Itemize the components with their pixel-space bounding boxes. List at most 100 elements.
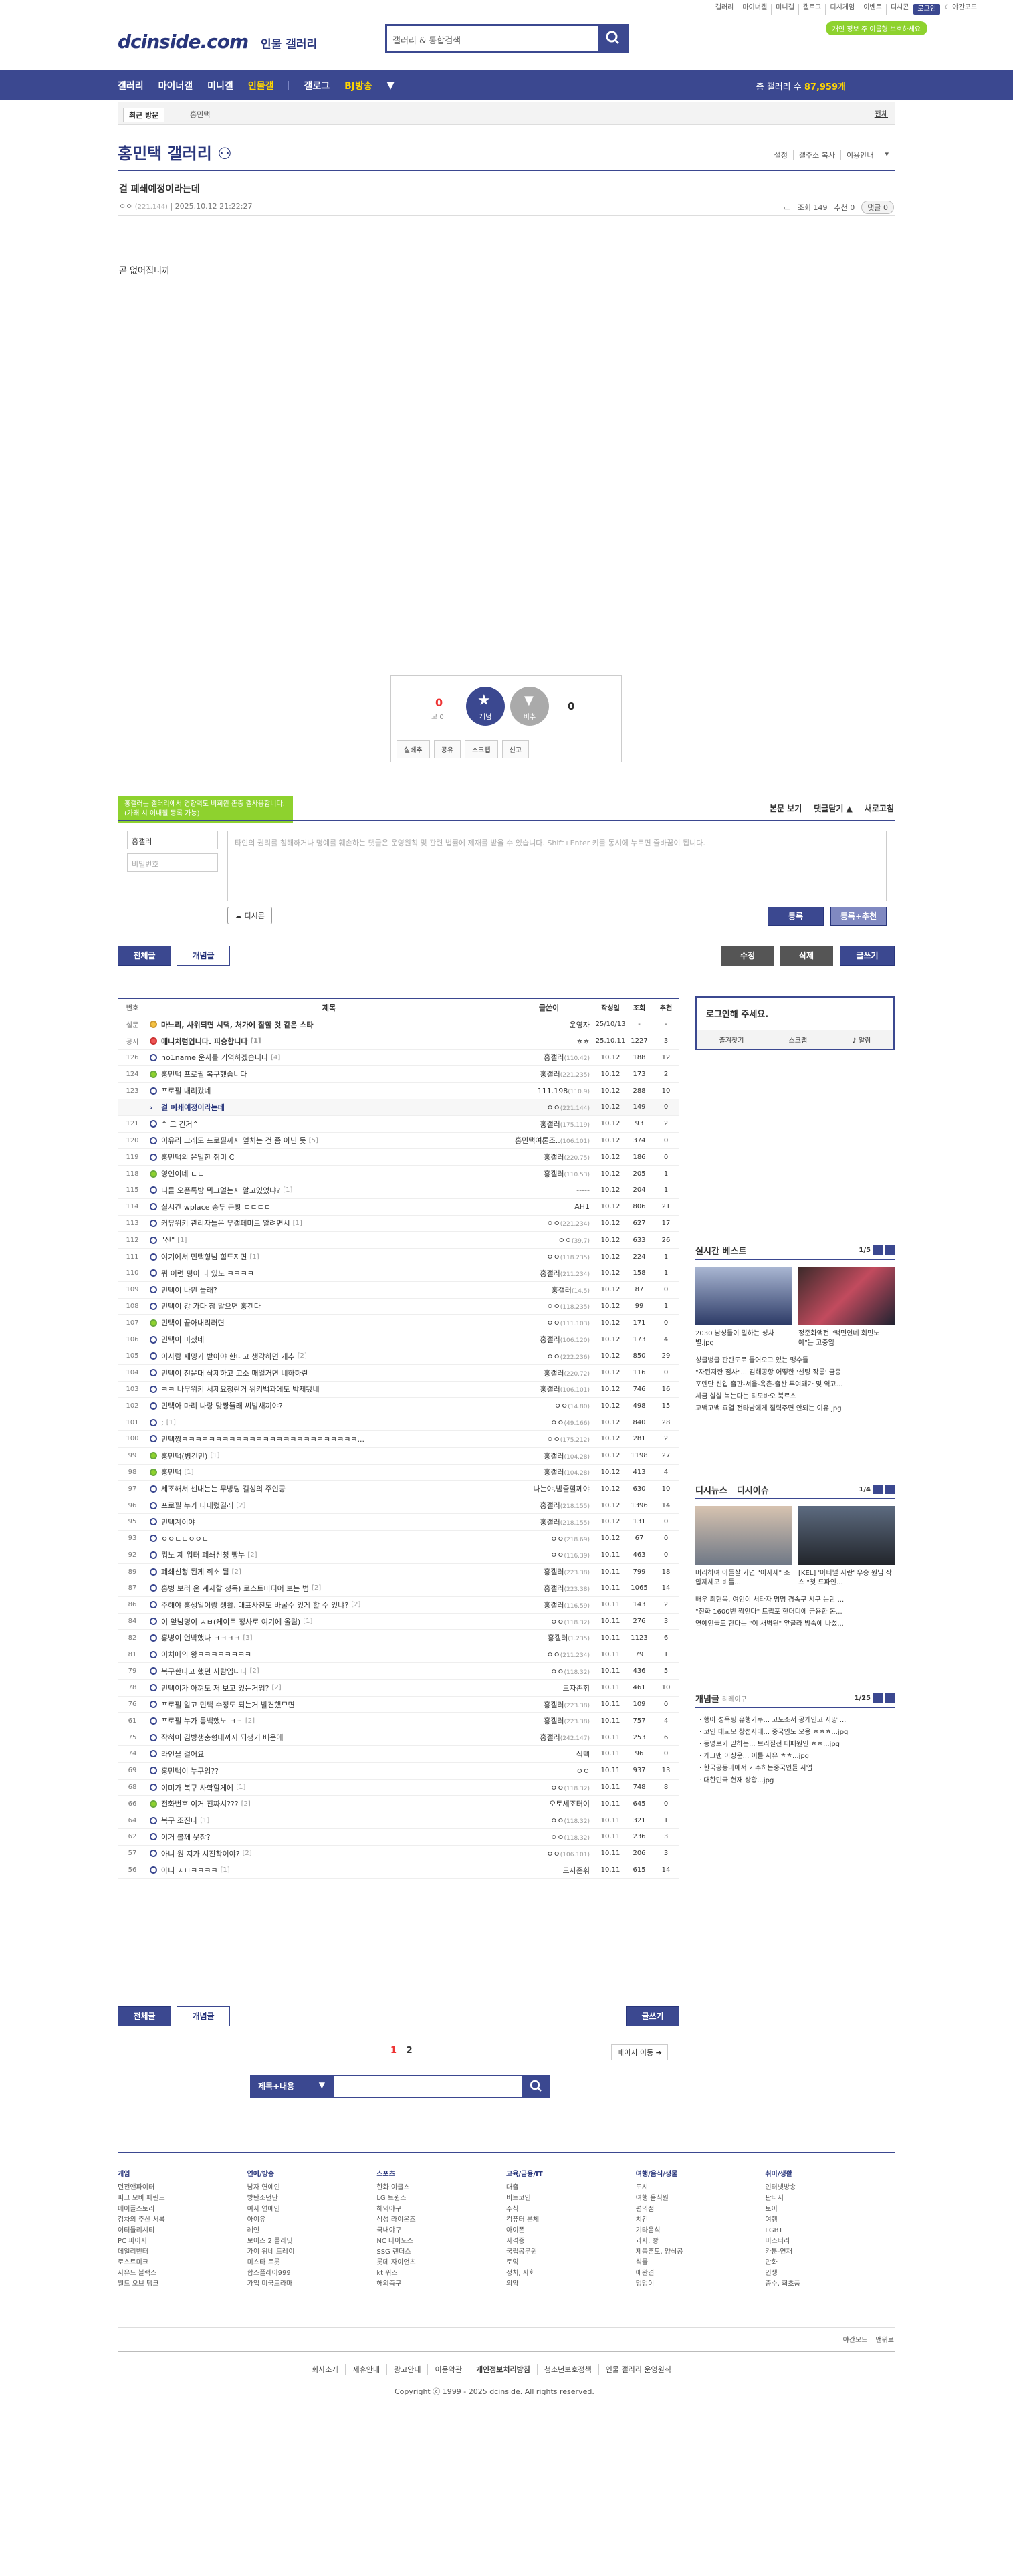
table-row[interactable]: 115 니들 오픈톡방 뭐그얼는지 알고있었냐? [1] ----- 10.12 204 1 [118, 1182, 679, 1199]
to-top-link[interactable]: 맨위로 [875, 2334, 894, 2344]
post-title-link[interactable]: 민택아 마려 나랑 맞짱뜰래 씨발새끼야? [161, 1400, 283, 1411]
post-title-cell[interactable]: 이사람 재밍가 받아야 한다고 생각하면 개추 [2] [147, 1351, 508, 1362]
footer-link[interactable]: 정치, 사회 [506, 2268, 636, 2279]
table-row[interactable]: 공지 애니처럼입니다. 피승합니다 [1] ㅎㅎ 25.10.11 1227 3 [118, 1033, 679, 1050]
post-writer[interactable]: 홍갤러(223.38) [508, 1699, 595, 1710]
post-title-link[interactable]: 민택짱ㅋㅋㅋㅋㅋㅋㅋㅋㅋㅋㅋㅋㅋㅋㅋㅋㅋㅋㅋㅋㅋㅋㅋㅋㅋㅋ... [161, 1434, 364, 1444]
footer-link[interactable]: 미스터리 [765, 2236, 895, 2247]
search-input[interactable]: 갤러리 & 통합검색 [392, 33, 461, 46]
writer-nick[interactable]: ㅇㅇ [547, 1319, 560, 1327]
post-title-link[interactable]: 홍민택 [161, 1467, 181, 1477]
comment-password-field[interactable]: 비밀번호 [127, 853, 218, 872]
post-writer[interactable]: 식택 [508, 1749, 595, 1759]
util-link-gallery[interactable]: 갤러리 [711, 4, 739, 15]
dark-mode-footer[interactable]: 야간모드 [843, 2334, 868, 2344]
footer-company[interactable]: 회사소개 [305, 2364, 345, 2375]
writer-nick[interactable]: ㅇㅇ [550, 1833, 564, 1842]
post-title-link[interactable]: 민택계이야 [161, 1517, 195, 1527]
footer-link[interactable]: 보이즈 2 플래닛 [247, 2236, 377, 2247]
post-title-link[interactable]: 홍병이 언박했나 ㅋㅋㅋㅋ [161, 1632, 240, 1643]
writer-nick[interactable]: ㅇㅇ [547, 1302, 560, 1311]
post-writer[interactable]: 홍갤러(110.53) [508, 1168, 595, 1179]
post-title-cell[interactable]: 프로필 누가 다내렸길래 [2] [147, 1500, 508, 1511]
footer-link[interactable]: 카툰-연재 [765, 2247, 895, 2258]
news-thumb[interactable]: [KEL] '아티널 사란' 우승 원님 작스 "첫 드파인... [798, 1506, 895, 1588]
post-title-cell[interactable]: 민택이 나원 들래? [147, 1285, 508, 1295]
list-item[interactable]: 싱글벙글 판탄도로 들어오고 있는 맹수들 [695, 1355, 895, 1367]
table-row[interactable]: 79 복구한다고 했던 사람입니다 [2] ㅇㅇ(118.32) 10.11 436 5 [118, 1663, 679, 1680]
footer-link[interactable]: 판타지 [765, 2193, 895, 2204]
footer-link[interactable]: 인터넷방송 [765, 2183, 895, 2193]
post-title-cell[interactable]: no1name 운사를 기억하겠습니다 [4] [147, 1052, 508, 1063]
writer-nick[interactable]: ㅇㅇ [547, 1850, 560, 1858]
writer-nick[interactable]: ㅇㅇ [547, 1352, 560, 1361]
reply-count-badge[interactable]: 댓글 0 [861, 201, 894, 214]
post-title-cell[interactable]: 폐쇄신청 된게 취소 됨 [2] [147, 1566, 508, 1577]
list-item[interactable]: · 행아 성욕팅 유행가쿠... 고도소서 공개인고 사망 ... [699, 1715, 895, 1727]
post-title-cell[interactable]: 마느리, 사위되면 시댁, 처가에 잘할 것 같은 스타 [147, 1019, 508, 1030]
alarm-link[interactable]: ♪ 알림 [852, 1035, 871, 1045]
table-row[interactable]: 102 민택아 마려 나랑 맞짱뜰래 씨발새끼야? ㅇㅇ(14.80) 10.12 49… [118, 1398, 679, 1415]
post-title-cell[interactable]: 복구 조진다 [1] [147, 1815, 508, 1826]
footer-link[interactable]: SSG 랜더스 [376, 2247, 506, 2258]
post-title-cell[interactable]: 프로필 누가 통백했노 ㅋㅋ [2] [147, 1715, 508, 1726]
comment-count[interactable]: [2] [232, 1568, 241, 1576]
post-title-link[interactable]: ㅋㅋ 나무위키 서제요청란거 위키백과에도 박제됐네 [161, 1384, 320, 1394]
edit-button[interactable]: 수정 [721, 946, 774, 966]
post-title-link[interactable]: 니들 오픈톡방 뭐그얼는지 알고있었냐? [161, 1185, 280, 1196]
post-writer[interactable]: 홍갤러(218.155) [508, 1500, 595, 1511]
post-writer[interactable]: 홍갤러(104.28) [508, 1467, 595, 1477]
post-writer[interactable]: 홍갤러(211.234) [508, 1268, 595, 1279]
post-writer[interactable]: 홍갤러(223.38) [508, 1583, 595, 1594]
post-writer[interactable]: 모자존휘 [508, 1865, 595, 1876]
post-writer[interactable]: 홍갤러(242.147) [508, 1732, 595, 1743]
footer-link[interactable]: 치킨 [636, 2215, 766, 2226]
writer-nick[interactable]: ㅇㅇ [550, 1551, 564, 1560]
post-author[interactable]: ㅇㅇ [119, 202, 132, 211]
post-writer[interactable]: 홍갤러(220.75) [508, 1152, 595, 1162]
gnb-more-icon[interactable]: ▼ [387, 80, 395, 91]
comment-count[interactable]: [1] [220, 1866, 229, 1874]
post-title-link[interactable]: 세조해서 센내는는 무방딩 걸성의 주인공 [161, 1483, 286, 1494]
comment-count[interactable]: [1] [210, 1452, 219, 1459]
news-thumb[interactable]: 머리하여 아들살 가면 "이자세" 조압제세모 비틀... [695, 1506, 792, 1588]
footer-link[interactable]: 방탄소년단 [247, 2193, 377, 2204]
util-link-gallog[interactable]: 갤로그 [799, 4, 826, 15]
footer-link[interactable]: 한화 이글스 [376, 2183, 506, 2193]
util-link-game[interactable]: 디시게임 [826, 4, 860, 15]
realtime-best-title[interactable]: 실시간 베스트 [695, 1244, 746, 1257]
recommend-button[interactable]: ★ 개념 [466, 687, 505, 726]
table-row[interactable]: 123 프로필 내려갔네 111.198(110.9) 10.12 288 10 [118, 1083, 679, 1099]
footer-column-title[interactable]: 취미/생활 [765, 2169, 895, 2180]
post-title-cell[interactable]: 이유리 그래도 프로필까지 엎치는 건 좀 아닌 듯 [5] [147, 1135, 508, 1146]
post-title-cell[interactable]: ^ 그 긴거^ [147, 1119, 508, 1130]
post-title-link[interactable]: 민택이가 아껴도 저 보고 있는거임? [161, 1683, 269, 1693]
writer-nick[interactable]: ㅇㅇ [550, 1418, 564, 1427]
list-item[interactable]: 연예인들도 한다는 "이 새벽원" 앞글라 방숙에 나섰... [695, 1618, 895, 1630]
list-item[interactable]: 세금 살살 녹는다는 티모바오 북르스 [695, 1391, 895, 1403]
post-title-cell[interactable]: 민택이가 아껴도 저 보고 있는거임? [2] [147, 1683, 508, 1693]
footer-link[interactable]: PC 파이지 [118, 2236, 247, 2247]
table-row[interactable]: 84 이 앞남명이 ㅅㅂ(케이트 정사로 여기에 올림) [1] ㅇㅇ(118.32)… [118, 1614, 679, 1630]
post-title-link[interactable]: 영인이네 ㄷㄷ [161, 1168, 204, 1179]
recent-all-link[interactable]: 전체 [875, 108, 888, 119]
list-item[interactable]: · 동명보카 맏하는... 브라질전 대패원인 ㅎㅎ...jpg [699, 1739, 895, 1751]
footer-link[interactable]: 피그 모바 패린드 [118, 2193, 247, 2204]
post-title-cell[interactable]: 이거 볼께 웃참? [147, 1832, 508, 1842]
notice-pill[interactable]: 개인 정보 주 이름형 보호하세요 [825, 21, 927, 35]
post-writer[interactable]: 홍갤러(110.42) [508, 1052, 595, 1063]
writer-nick[interactable]: ㅇㅇ [547, 1103, 560, 1112]
table-row[interactable]: 126 no1name 운사를 기억하겠습니다 [4] 홍갤러(110.42) 10.1… [118, 1050, 679, 1067]
writer-nick[interactable]: 운영자 [570, 1021, 590, 1029]
post-writer[interactable]: ㅇㅇ(49.166) [508, 1417, 595, 1428]
page-move-button[interactable]: 페이지 이동 ➔ [611, 2044, 668, 2060]
post-title-cell[interactable]: ; [1] [147, 1418, 508, 1427]
footer-link[interactable]: 여행 음식원 [636, 2193, 766, 2204]
table-row[interactable]: 113 커뮤위키 관리자들은 무갤페미로 알려면시 [1] ㅇㅇ(221.234) 10… [118, 1216, 679, 1232]
write-button[interactable]: 글쓰기 [840, 946, 895, 966]
post-title-link[interactable]: 라인을 걸어요 [161, 1749, 204, 1759]
post-title-link[interactable]: no1name 운사를 기억하겠습니다 [161, 1052, 268, 1063]
writer-nick[interactable]: 홍갤러 [544, 1369, 564, 1378]
login-button[interactable]: 로그인 [913, 4, 941, 15]
writer-nick[interactable]: 홍갤러 [540, 1385, 560, 1394]
